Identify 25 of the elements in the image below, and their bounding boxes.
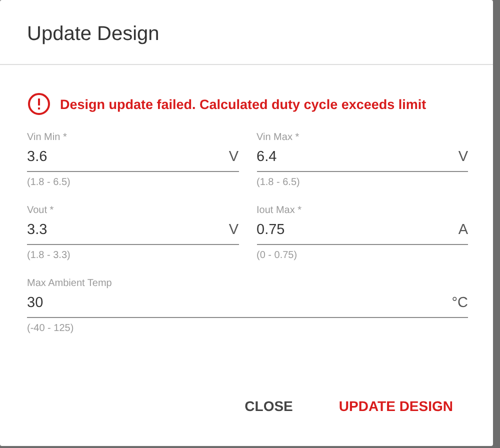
input-field[interactable]: 30 °C: [27, 291, 468, 318]
unit-label: V: [228, 222, 238, 238]
unit-label: V: [228, 149, 238, 165]
field-label: Vin Min *: [27, 131, 68, 145]
input-field[interactable]: 0.75 A: [256, 218, 468, 245]
unit-label: °C: [452, 295, 468, 311]
unit-label: V: [458, 149, 468, 165]
hint-text: (1.8 - 6.5): [256, 177, 301, 190]
close-button[interactable]: CLOSE: [232, 392, 305, 420]
hint-text: (1.8 - 3.3): [27, 250, 72, 263]
field-label: Max Ambient Temp: [27, 277, 113, 291]
error-message: Design update failed. Calculated duty cycle exceeds limit: [60, 96, 426, 112]
field-label: Iout Max *: [256, 204, 303, 218]
input-field[interactable]: 6.4 V: [256, 145, 468, 172]
input-field[interactable]: 3.6 V: [27, 145, 238, 172]
error-icon: [27, 92, 51, 116]
update-design-button[interactable]: UPDATE DESIGN: [326, 392, 465, 420]
hint-text: (1.8 - 6.5): [27, 177, 72, 190]
field-label: Vin Max *: [256, 131, 300, 145]
hint-text: (-40 - 125): [27, 323, 75, 336]
field-label: Vout *: [27, 204, 55, 218]
dialog-title: Update Design: [0, 0, 493, 65]
hint-text: (0 - 0.75): [256, 250, 298, 263]
unit-label: A: [458, 222, 468, 238]
input-field[interactable]: 3.3 V: [27, 218, 238, 245]
